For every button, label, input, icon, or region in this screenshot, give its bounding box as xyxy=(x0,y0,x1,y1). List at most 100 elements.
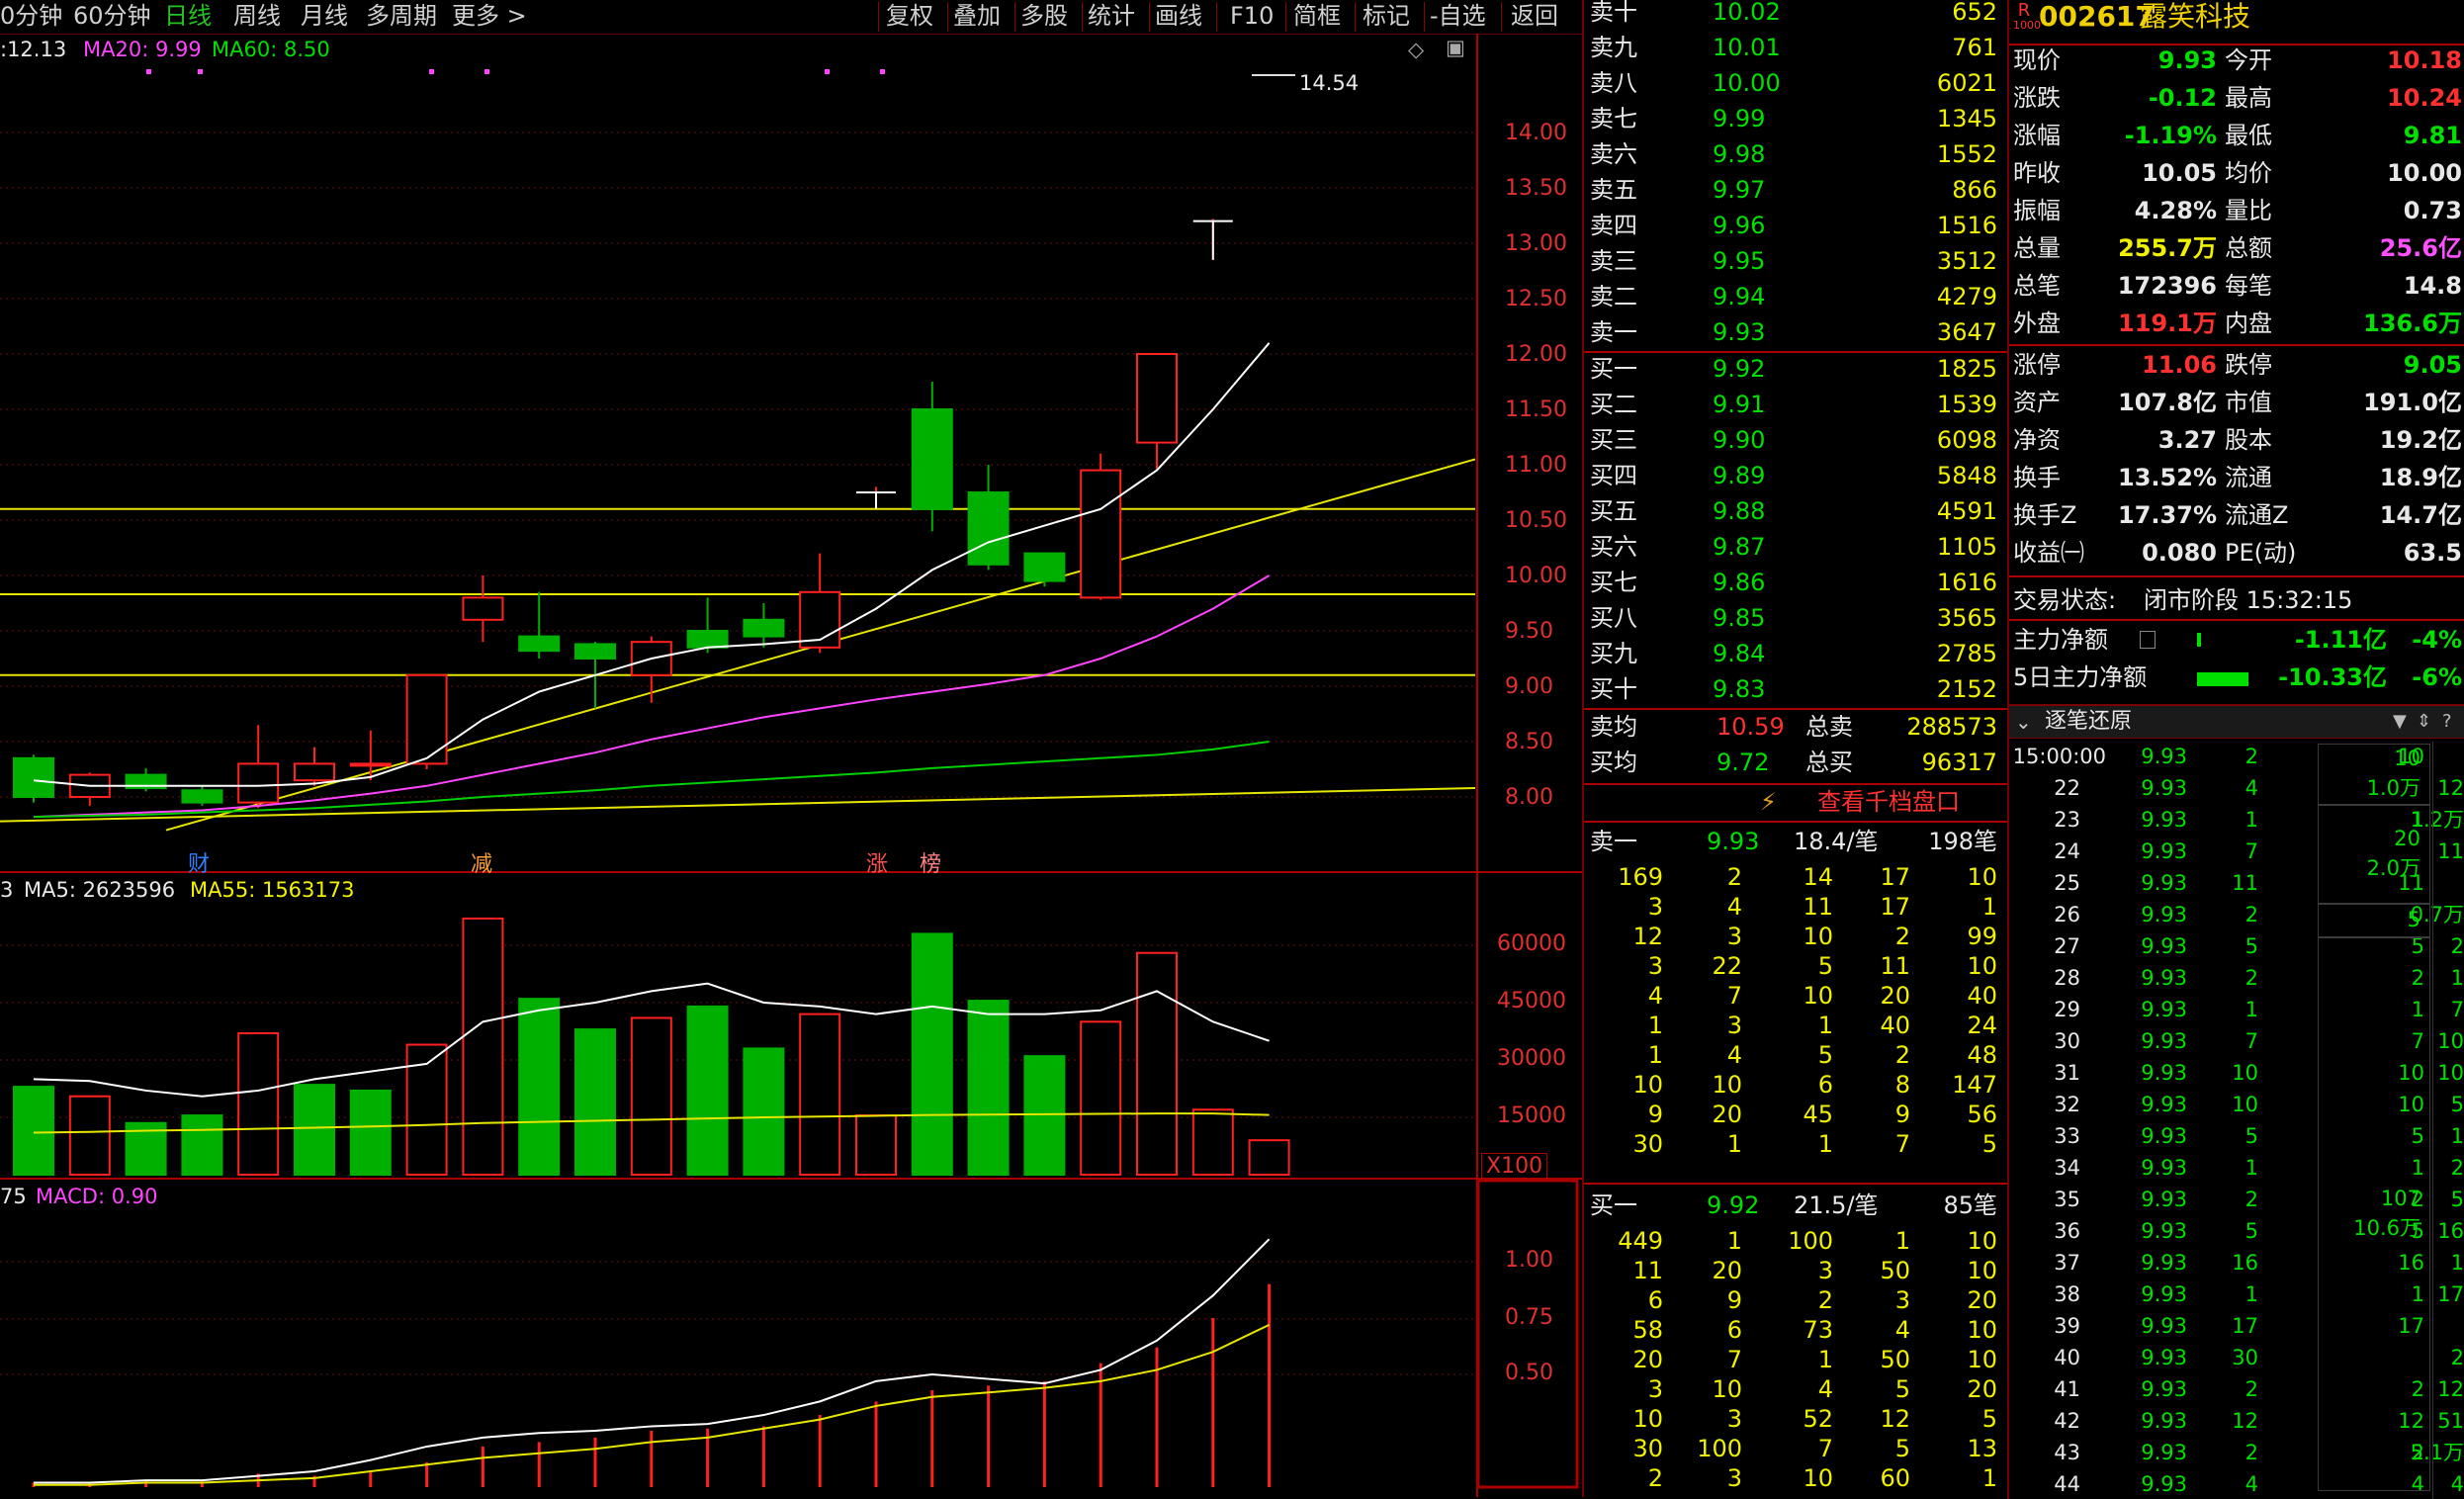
buy-queue-order-size: 6 xyxy=(1726,1316,1742,1344)
event-marker-list[interactable]: 榜 xyxy=(920,846,941,878)
tick-price: 9.93 xyxy=(2141,1251,2187,1275)
stat-value: 172396 xyxy=(2117,272,2217,300)
sell-queue-order-size: 2 xyxy=(1894,1041,1910,1069)
event-marker-finance[interactable]: 财 xyxy=(188,846,210,878)
sell-queue-order-size: 1 xyxy=(1647,1012,1663,1039)
sell-queue-order-size: 11 xyxy=(1803,893,1833,921)
stat-value: 136.6万 xyxy=(2363,309,2462,337)
buy-level-price[interactable]: 9.90 xyxy=(1713,425,1821,455)
buy-level-price[interactable]: 9.84 xyxy=(1713,639,1821,668)
volume-bar xyxy=(630,1016,672,1177)
tick-volume: 4 xyxy=(2244,776,2258,800)
sell-level-price[interactable]: 9.93 xyxy=(1713,317,1821,347)
window-toggle-icon[interactable]: ▣ xyxy=(1446,36,1465,59)
main-flow-pct: -6% xyxy=(2412,663,2462,691)
stat-label: 内盘 xyxy=(2225,309,2272,337)
kline-chart-area[interactable]: 0分钟 60分钟 日线 周线 月线 多周期 更多 > 复权 叠加 多股 统计 画… xyxy=(0,0,1582,1497)
stat-value: 14.7亿 xyxy=(2379,501,2462,529)
tick-time: 36 xyxy=(2054,1219,2080,1243)
stat-value: 14.8 xyxy=(2403,272,2462,300)
tick-time: 34 xyxy=(2054,1156,2080,1180)
buy-level-price[interactable]: 9.86 xyxy=(1713,568,1821,597)
buy-level-price[interactable]: 9.91 xyxy=(1713,390,1821,419)
buy-queue-order-size: 50 xyxy=(1880,1257,1910,1284)
order-book-panel: 卖十 10.02 652 卖九 10.01 761 卖八 10.00 6021 卖七 9.99 134… xyxy=(1582,0,2009,1497)
buy-level-price[interactable]: 9.87 xyxy=(1713,532,1821,562)
sell-queue-order-size: 2 xyxy=(1726,863,1742,891)
tick-time: 44 xyxy=(2054,1472,2080,1496)
stat-label: 每笔 xyxy=(2225,272,2272,300)
stat-value: 63.5 xyxy=(2403,539,2462,567)
buy-level-price[interactable]: 9.83 xyxy=(1713,674,1821,704)
sell-level-label: 卖三 xyxy=(1590,247,1637,275)
stat-label: 流通Z xyxy=(2225,501,2289,529)
sell-queue-order-size: 20 xyxy=(1712,1101,1742,1128)
sell-level-price[interactable]: 9.96 xyxy=(1713,211,1821,240)
buy-level-price[interactable]: 9.92 xyxy=(1713,354,1821,384)
sell-level-price[interactable]: 10.01 xyxy=(1713,33,1821,62)
tick-price: 9.93 xyxy=(2141,1314,2187,1338)
tick-time: 28 xyxy=(2054,966,2080,990)
sell-level-price[interactable]: 10.02 xyxy=(1713,0,1821,27)
tick-group-count: 5 xyxy=(2407,908,2420,931)
tick-price: 9.93 xyxy=(2141,1472,2187,1496)
help-icon[interactable]: ? xyxy=(2442,707,2452,737)
buy-level-label: 买九 xyxy=(1590,640,1637,667)
sell-queue-order-size: 20 xyxy=(1880,982,1910,1010)
table-icon[interactable] xyxy=(2140,631,2156,649)
stock-code: 002617 xyxy=(2039,0,2155,33)
stat-value: -0.12 xyxy=(2148,84,2217,112)
volume-bar xyxy=(911,932,953,1177)
view-thousand-levels-button[interactable]: 查看千档盘口 xyxy=(1817,787,1960,817)
avg-sell-value: 10.59 xyxy=(1716,713,1785,741)
tick-price: 9.93 xyxy=(2141,1029,2187,1053)
buy-level-label: 买三 xyxy=(1590,426,1637,454)
price-tick: 13.00 xyxy=(1505,231,1567,256)
tick-volume: 4 xyxy=(2244,1472,2258,1496)
tick-volume: 7 xyxy=(2244,839,2258,863)
diamond-icon[interactable]: ◇ xyxy=(1408,38,1424,61)
sell-queue-order-size: 30 xyxy=(1632,1130,1663,1158)
sell-level-price[interactable]: 9.99 xyxy=(1713,104,1821,133)
buy-queue-order-size: 4 xyxy=(1817,1375,1833,1403)
stat-value: 10.05 xyxy=(2142,159,2217,187)
tick-volume: 2 xyxy=(2244,745,2258,768)
buy-queue-order-size: 5 xyxy=(1894,1375,1910,1403)
stat-value: 119.1万 xyxy=(2118,309,2217,337)
candle-body xyxy=(405,673,448,765)
sell-queue-order-size: 3 xyxy=(1726,1012,1742,1039)
stat-value: 255.7万 xyxy=(2118,234,2217,262)
sell-level-price[interactable]: 9.98 xyxy=(1713,139,1821,169)
stat-value: 18.9亿 xyxy=(2379,464,2462,491)
buy-queue-order-size: 1 xyxy=(1981,1464,1997,1492)
tick-price: 9.93 xyxy=(2141,966,2187,990)
filter-icon[interactable]: ▼ xyxy=(2393,707,2407,737)
candle-body xyxy=(743,618,785,638)
buy-queue-order-size: 10 xyxy=(1967,1257,1997,1284)
event-marker-reduce[interactable]: 减 xyxy=(471,846,492,878)
tick-time: 26 xyxy=(2054,903,2080,926)
buy-level-price[interactable]: 9.88 xyxy=(1713,496,1821,526)
collapse-icon[interactable]: ⌄ xyxy=(2015,707,2032,737)
sell-level-price[interactable]: 9.97 xyxy=(1713,175,1821,205)
stat-label: 今开 xyxy=(2225,46,2272,74)
sell-level-price[interactable]: 10.00 xyxy=(1713,68,1821,98)
signal-dot xyxy=(429,69,434,74)
stat-label: 流通 xyxy=(2225,464,2272,491)
vol-prefix: 3 xyxy=(0,878,14,902)
stat-label: 涨幅 xyxy=(2013,122,2061,149)
price-tick: 9.00 xyxy=(1505,674,1553,699)
candle-body xyxy=(967,491,1010,566)
event-marker-limit-up[interactable]: 涨 xyxy=(866,846,888,878)
stat-label: 净资 xyxy=(2013,426,2061,454)
sell-queue-order-size: 3 xyxy=(1647,952,1663,980)
sell-level-price[interactable]: 9.94 xyxy=(1713,282,1821,311)
sort-icon[interactable]: ⇕ xyxy=(2417,707,2431,737)
buy-queue-order-size: 3 xyxy=(1894,1286,1910,1314)
macd-axis-frame xyxy=(1476,1179,1579,1489)
candle-body xyxy=(1080,469,1122,599)
buy-level-price[interactable]: 9.85 xyxy=(1713,603,1821,633)
buy-level-price[interactable]: 9.89 xyxy=(1713,461,1821,490)
sell-level-price[interactable]: 9.95 xyxy=(1713,246,1821,276)
sell-queue-order-size: 3 xyxy=(1726,923,1742,950)
